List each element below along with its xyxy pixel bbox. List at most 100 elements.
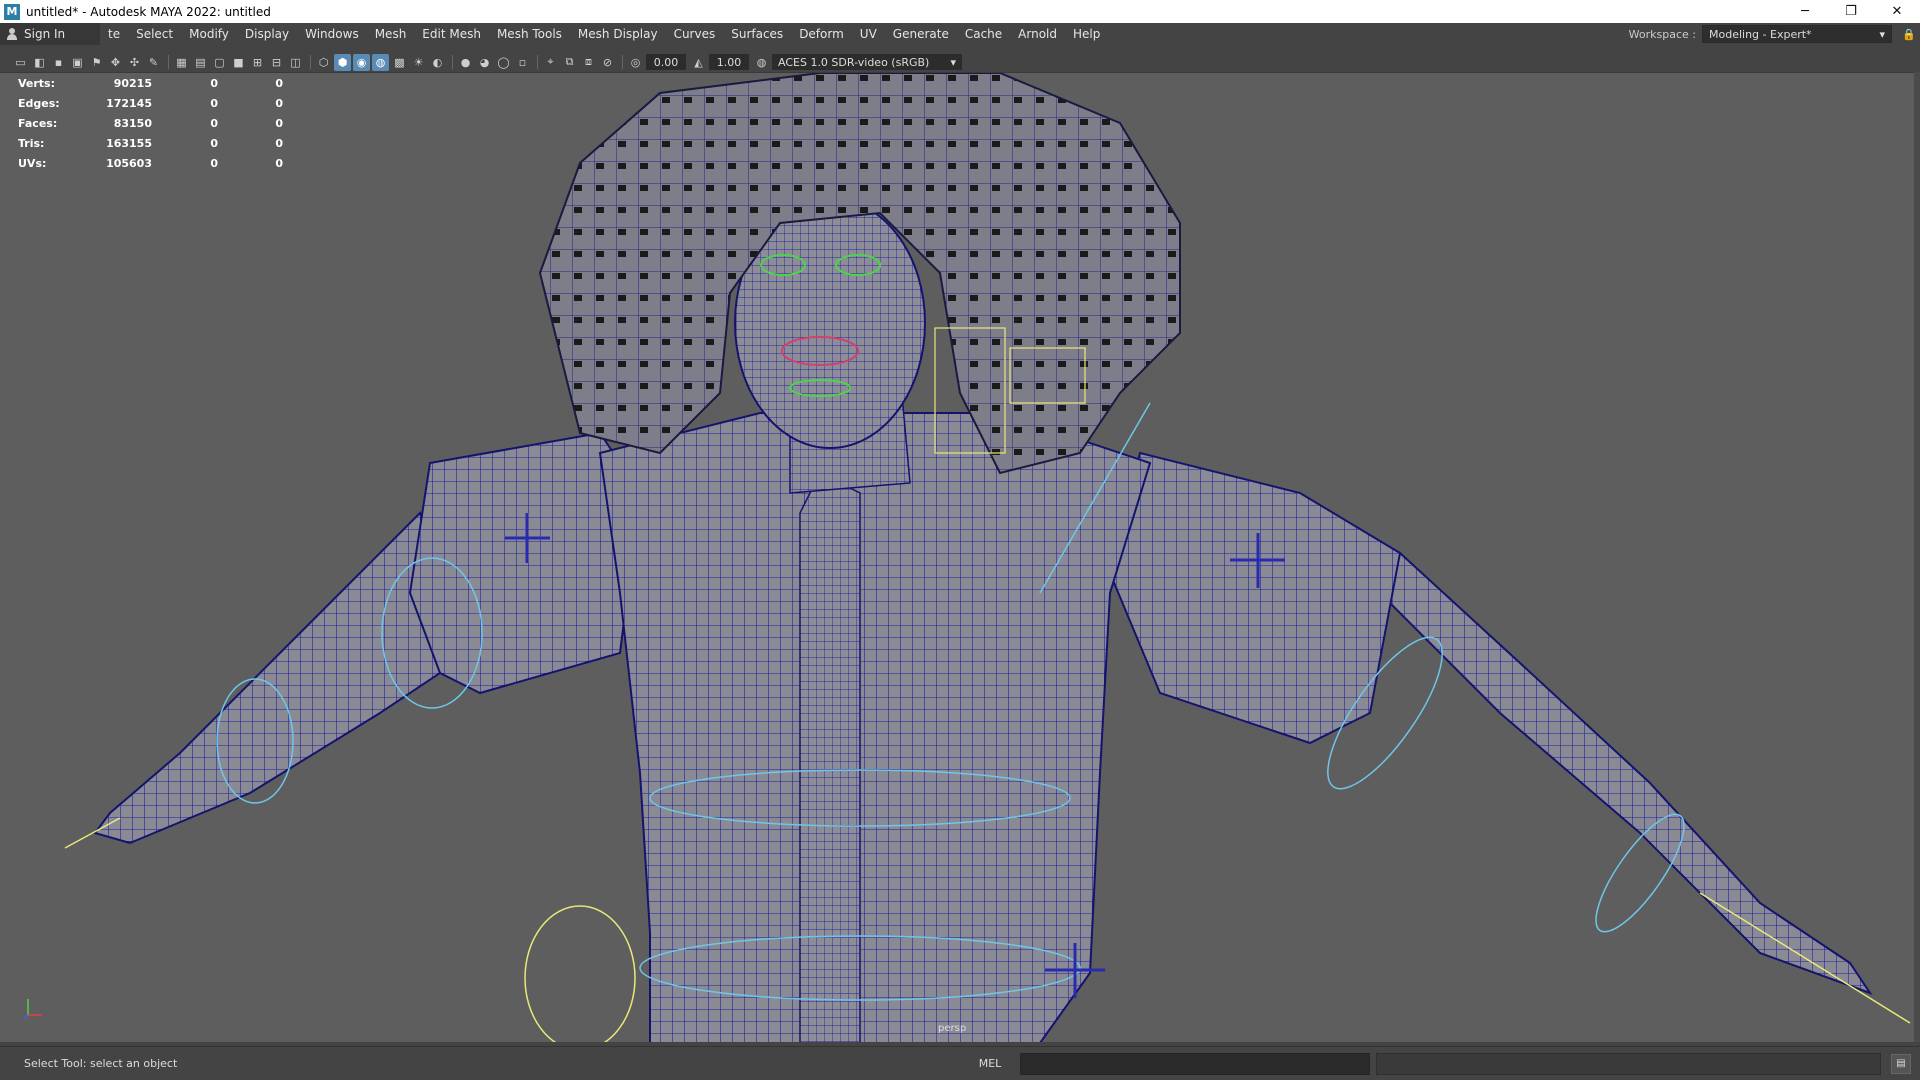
image-plane-icon[interactable]: ▣ (69, 54, 86, 71)
textured-icon[interactable]: ▩ (391, 54, 408, 71)
hud-value: 0 (275, 156, 283, 170)
command-result (1376, 1052, 1881, 1075)
safe-title-icon[interactable]: ◫ (287, 54, 304, 71)
hud-label: UVs: (18, 156, 47, 170)
camera-icon[interactable]: ▭ (12, 54, 29, 71)
minimize-button[interactable]: ─ (1782, 0, 1828, 23)
toolbar-divider (452, 55, 453, 69)
hud-value: 163155 (106, 136, 152, 150)
default-material-icon[interactable]: ◍ (372, 53, 389, 71)
grease-pencil-icon[interactable]: ✎ (145, 54, 162, 71)
viewport-panel-toolbar: ▭ ◧ ▪ ▣ ⚑ ✥ ✣ ✎ ▦ ▤ ▢ ■ ⊞ ⊟ ◫ ⬡ ⬢ ◉ ◍ ▩ … (0, 52, 1920, 72)
right-arm-mesh (1378, 551, 1873, 995)
menu-curves[interactable]: Curves (666, 27, 724, 41)
color-management-icon[interactable]: ◍ (753, 54, 770, 71)
menu-mesh[interactable]: Mesh (367, 27, 415, 41)
resolution-gate-icon[interactable]: ▢ (211, 54, 228, 71)
hud-value: 0 (275, 136, 283, 150)
wireframe-icon[interactable]: ⬡ (315, 54, 332, 71)
shirt-placket (799, 471, 861, 1042)
hip-fk-control (524, 905, 636, 1042)
smooth-shade-icon[interactable]: ⬢ (334, 53, 351, 71)
hud-label: Edges: (18, 96, 60, 110)
pan-zoom-icon[interactable]: ✣ (126, 54, 143, 71)
xray-icon[interactable]: ⧉ (561, 54, 578, 71)
menu-help[interactable]: Help (1065, 27, 1108, 41)
menu-display[interactable]: Display (237, 27, 297, 41)
film-gate-icon[interactable]: ▤ (192, 54, 209, 71)
command-input[interactable] (1020, 1052, 1370, 1075)
depth-of-field-icon[interactable]: ▫ (514, 54, 531, 71)
bookmark-icon[interactable]: ▪ (50, 54, 67, 71)
gamma-icon[interactable]: ◭ (690, 54, 707, 71)
isolate-select-icon[interactable]: ⌖ (542, 54, 559, 71)
scene-canvas[interactable] (0, 73, 1920, 1042)
hud-row-edges: Edges: 172145 0 0 (18, 93, 283, 113)
view-transform-value: ACES 1.0 SDR-video (sRGB) (778, 55, 930, 69)
right-hand-ik-line (1699, 892, 1911, 1024)
menu-mesh-tools[interactable]: Mesh Tools (489, 27, 570, 41)
hud-row-verts: Verts: 90215 0 0 (18, 73, 283, 93)
screen-space-ao-icon[interactable]: ● (457, 54, 474, 71)
toolbar-divider (622, 55, 623, 69)
menu-select[interactable]: Select (128, 27, 181, 41)
menu-modify[interactable]: Modify (181, 27, 237, 41)
script-language-toggle[interactable]: MEL (960, 1057, 1020, 1070)
motion-blur-icon[interactable]: ◕ (476, 54, 493, 71)
command-line-bar: Select Tool: select an object MEL ▤ (0, 1046, 1920, 1080)
close-button[interactable]: ✕ (1874, 0, 1920, 23)
sign-in-label: Sign In (24, 27, 66, 41)
exposure-field[interactable]: 0.00 (646, 54, 686, 70)
persp-viewport[interactable]: Verts: 90215 0 0 Edges: 172145 0 0 Faces: 83150 0 0… (0, 72, 1920, 1042)
hud-label: Verts: (18, 76, 56, 90)
main-menu: te Select Modify Display Windows Mesh Edit Mes… (100, 27, 1108, 41)
safe-action-icon[interactable]: ⊟ (268, 54, 285, 71)
gamma-field[interactable]: 1.00 (709, 54, 749, 70)
xray-active-components-icon[interactable]: ⧈ (580, 54, 597, 71)
hud-value: 0 (210, 96, 218, 110)
move-camera-icon[interactable]: ✥ (107, 54, 124, 71)
window-title: untitled* - Autodesk MAYA 2022: untitled (26, 4, 271, 19)
toolbar-divider (310, 55, 311, 69)
menu-generate[interactable]: Generate (885, 27, 957, 41)
use-all-lights-icon[interactable]: ☀ (410, 54, 427, 71)
restore-button[interactable]: ❐ (1828, 0, 1874, 23)
menu-mesh-display[interactable]: Mesh Display (570, 27, 666, 41)
camera-attributes-icon[interactable]: ◧ (31, 54, 48, 71)
hud-value: 83150 (113, 116, 152, 130)
grid-icon[interactable]: ▦ (173, 54, 190, 71)
xray-joints-icon[interactable]: ⊘ (599, 54, 616, 71)
menu-uv[interactable]: UV (852, 27, 885, 41)
menu-te[interactable]: te (100, 27, 128, 41)
hud-value: 0 (210, 156, 218, 170)
workspace-selector: Workspace : Modeling - Expert* ▾ 🔒 (1629, 25, 1920, 43)
hud-value: 105603 (106, 156, 152, 170)
bookmark-flag-icon[interactable]: ⚑ (88, 54, 105, 71)
anti-aliasing-icon[interactable]: ◯ (495, 54, 512, 71)
menu-windows[interactable]: Windows (297, 27, 367, 41)
workspace-label: Workspace : (1628, 27, 1696, 41)
sign-in-button[interactable]: Sign In (0, 23, 100, 45)
shadows-icon[interactable]: ◐ (429, 54, 446, 71)
wireframe-on-shaded-icon[interactable]: ◉ (353, 53, 370, 71)
menu-cache[interactable]: Cache (957, 27, 1010, 41)
hud-value: 0 (210, 116, 218, 130)
exposure-icon[interactable]: ◎ (627, 54, 644, 71)
menu-deform[interactable]: Deform (791, 27, 852, 41)
menu-arnold[interactable]: Arnold (1010, 27, 1065, 41)
view-axis-indicator (20, 993, 50, 1027)
menu-surfaces[interactable]: Surfaces (723, 27, 791, 41)
camera-name-label: persp (938, 1023, 967, 1034)
poly-count-hud: Verts: 90215 0 0 Edges: 172145 0 0 Faces: 83150 0 0… (18, 73, 283, 173)
hud-value: 0 (275, 76, 283, 90)
toolbar-divider (168, 55, 169, 69)
menu-edit-mesh[interactable]: Edit Mesh (414, 27, 489, 41)
hud-row-uvs: UVs: 105603 0 0 (18, 153, 283, 173)
lock-icon[interactable]: 🔒 (1898, 28, 1920, 41)
view-transform-dropdown[interactable]: ACES 1.0 SDR-video (sRGB) ▾ (772, 54, 962, 70)
chevron-down-icon: ▾ (950, 55, 956, 69)
gate-mask-icon[interactable]: ■ (230, 54, 247, 71)
field-chart-icon[interactable]: ⊞ (249, 54, 266, 71)
script-editor-button[interactable]: ▤ (1891, 1053, 1911, 1074)
workspace-dropdown[interactable]: Modeling - Expert* ▾ (1702, 25, 1892, 43)
